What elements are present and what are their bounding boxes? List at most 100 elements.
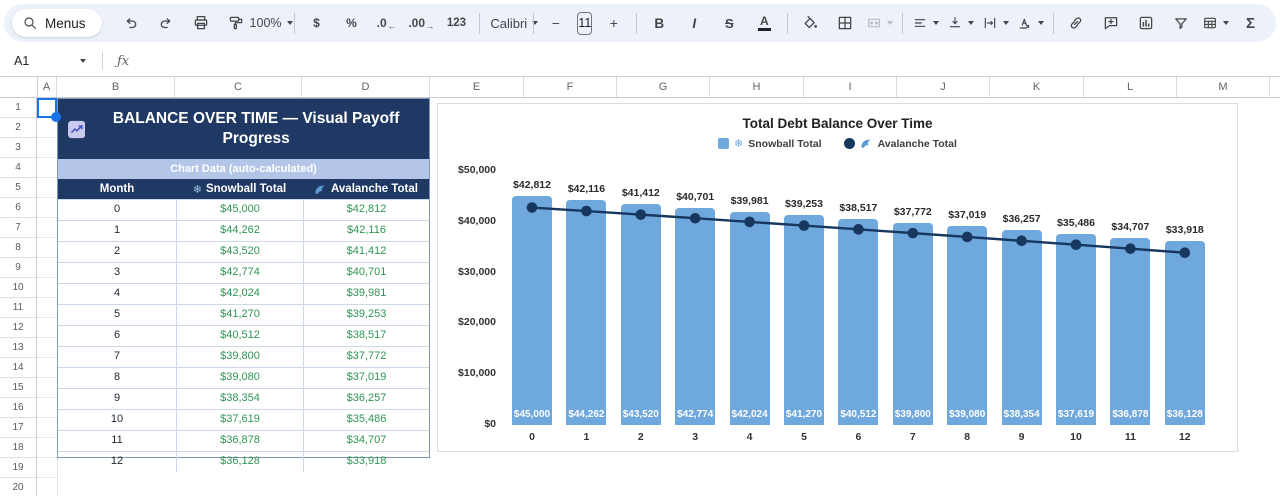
text-rotation-button[interactable] <box>1013 9 1048 37</box>
font-size-input[interactable]: 11 <box>577 12 592 35</box>
cell-month[interactable]: 7 <box>58 347 176 367</box>
table-title-cell[interactable]: BALANCE OVER TIME — Visual Payoff Progre… <box>58 99 429 159</box>
cell-snowball[interactable]: $44,262 <box>176 221 303 241</box>
cell-snowball[interactable]: $39,800 <box>176 347 303 367</box>
row-header-19[interactable]: 19 <box>0 458 36 478</box>
functions-button[interactable]: Σ <box>1233 9 1268 37</box>
cell-month[interactable]: 2 <box>58 242 176 262</box>
currency-format-button[interactable]: $ <box>299 9 334 37</box>
column-header-M[interactable]: M <box>1177 77 1270 97</box>
text-color-button[interactable]: A <box>747 9 782 37</box>
cell-snowball[interactable]: $40,512 <box>176 326 303 346</box>
header-avalanche[interactable]: Avalanche Total <box>303 179 429 199</box>
row-header-6[interactable]: 6 <box>0 198 36 218</box>
row-header-2[interactable]: 2 <box>0 118 36 138</box>
increase-font-size-button[interactable]: + <box>596 9 631 37</box>
row-header-7[interactable]: 7 <box>0 218 36 238</box>
cell-snowball[interactable]: $45,000 <box>176 200 303 220</box>
cell-avalanche[interactable]: $34,707 <box>303 431 429 451</box>
paint-format-button[interactable] <box>219 9 254 37</box>
menus-button[interactable]: Menus <box>12 9 102 37</box>
cell-snowball[interactable]: $36,878 <box>176 431 303 451</box>
horizontal-align-button[interactable] <box>908 9 943 37</box>
selection-handle[interactable] <box>51 112 61 122</box>
row-header-11[interactable]: 11 <box>0 298 36 318</box>
column-header-I[interactable]: I <box>804 77 897 97</box>
cell-snowball[interactable]: $41,270 <box>176 305 303 325</box>
vertical-align-button[interactable] <box>943 9 978 37</box>
row-header-20[interactable]: 20 <box>0 478 36 496</box>
column-header-C[interactable]: C <box>175 77 302 97</box>
column-header-H[interactable]: H <box>710 77 804 97</box>
decrease-decimal-button[interactable]: .0← <box>369 9 404 37</box>
cell-month[interactable]: 5 <box>58 305 176 325</box>
cell-month[interactable]: 6 <box>58 326 176 346</box>
column-header-J[interactable]: J <box>897 77 990 97</box>
zoom-control[interactable]: 100% <box>254 9 289 37</box>
row-header-9[interactable]: 9 <box>0 258 36 278</box>
row-header-12[interactable]: 12 <box>0 318 36 338</box>
redo-button[interactable] <box>149 9 184 37</box>
fx-icon[interactable]: ƒx <box>117 54 129 69</box>
borders-button[interactable] <box>827 9 862 37</box>
print-button[interactable] <box>184 9 219 37</box>
cell-month[interactable]: 1 <box>58 221 176 241</box>
cell-avalanche[interactable]: $42,812 <box>303 200 429 220</box>
row-header-16[interactable]: 16 <box>0 398 36 418</box>
header-snowball[interactable]: ❄ Snowball Total <box>176 179 303 199</box>
percent-format-button[interactable]: % <box>334 9 369 37</box>
header-month[interactable]: Month <box>58 179 176 199</box>
row-header-1[interactable]: 1 <box>0 98 36 118</box>
cell-avalanche[interactable]: $39,253 <box>303 305 429 325</box>
name-box[interactable]: A1 <box>0 54 96 68</box>
row-header-17[interactable]: 17 <box>0 418 36 438</box>
cell-month[interactable]: 12 <box>58 452 176 472</box>
row-header-18[interactable]: 18 <box>0 438 36 458</box>
column-header-A[interactable]: A <box>37 77 57 97</box>
cell-avalanche[interactable]: $37,019 <box>303 368 429 388</box>
cell-month[interactable]: 9 <box>58 389 176 409</box>
cell-month[interactable]: 0 <box>58 200 176 220</box>
column-header-B[interactable]: B <box>57 77 175 97</box>
select-all-corner[interactable] <box>0 77 38 97</box>
cell-avalanche[interactable]: $33,918 <box>303 452 429 472</box>
decrease-font-size-button[interactable]: − <box>538 9 573 37</box>
increase-decimal-button[interactable]: .00→ <box>404 9 439 37</box>
italic-button[interactable]: I <box>677 9 712 37</box>
column-header-F[interactable]: F <box>524 77 617 97</box>
row-header-8[interactable]: 8 <box>0 238 36 258</box>
cell-month[interactable]: 11 <box>58 431 176 451</box>
cell-month[interactable]: 4 <box>58 284 176 304</box>
column-header-E[interactable]: E <box>430 77 524 97</box>
table-button[interactable] <box>1198 9 1233 37</box>
row-header-5[interactable]: 5 <box>0 178 36 198</box>
insert-chart-button[interactable] <box>1128 9 1163 37</box>
bold-button[interactable]: B <box>642 9 677 37</box>
cell-snowball[interactable]: $38,354 <box>176 389 303 409</box>
cell-month[interactable]: 3 <box>58 263 176 283</box>
insert-comment-button[interactable] <box>1093 9 1128 37</box>
cell-avalanche[interactable]: $41,412 <box>303 242 429 262</box>
text-wrap-button[interactable] <box>978 9 1013 37</box>
strikethrough-button[interactable]: S <box>712 9 747 37</box>
undo-button[interactable] <box>114 9 149 37</box>
more-formats-button[interactable]: 123 <box>439 9 474 37</box>
cell-snowball[interactable]: $36,128 <box>176 452 303 472</box>
row-header-14[interactable]: 14 <box>0 358 36 378</box>
column-header-D[interactable]: D <box>302 77 430 97</box>
cell-snowball[interactable]: $42,024 <box>176 284 303 304</box>
row-header-13[interactable]: 13 <box>0 338 36 358</box>
row-header-15[interactable]: 15 <box>0 378 36 398</box>
column-header-K[interactable]: K <box>990 77 1084 97</box>
cell-avalanche[interactable]: $36,257 <box>303 389 429 409</box>
chart-object[interactable]: Total Debt Balance Over Time ❄ Snowball … <box>437 103 1238 452</box>
cell-avalanche[interactable]: $42,116 <box>303 221 429 241</box>
insert-link-button[interactable] <box>1058 9 1093 37</box>
cell-avalanche[interactable]: $39,981 <box>303 284 429 304</box>
row-header-10[interactable]: 10 <box>0 278 36 298</box>
cell-month[interactable]: 10 <box>58 410 176 430</box>
cell-avalanche[interactable]: $37,772 <box>303 347 429 367</box>
create-filter-button[interactable] <box>1163 9 1198 37</box>
cell-month[interactable]: 8 <box>58 368 176 388</box>
cell-snowball[interactable]: $42,774 <box>176 263 303 283</box>
